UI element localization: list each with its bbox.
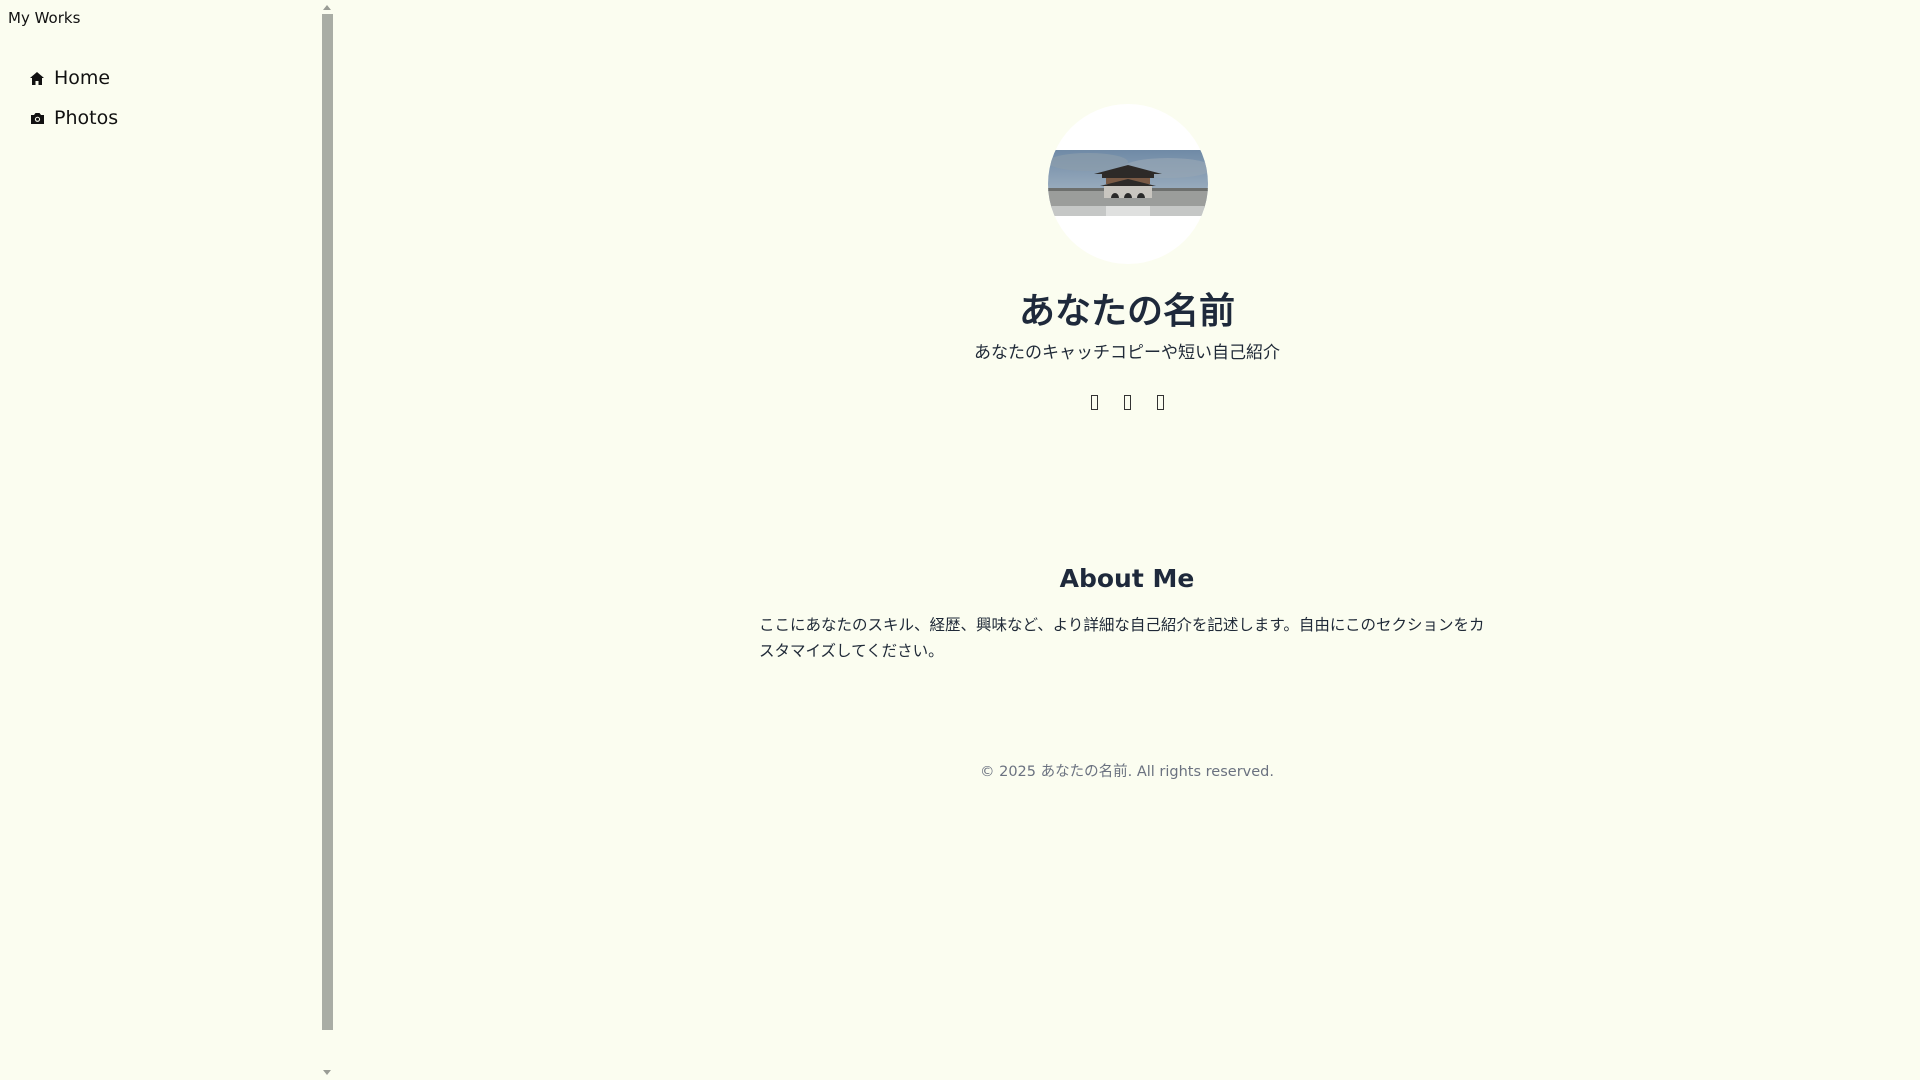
sidebar-nav: Home Photos bbox=[28, 58, 118, 138]
scroll-down-icon[interactable] bbox=[323, 1070, 331, 1075]
social-links bbox=[334, 392, 1920, 412]
social-link-2[interactable] bbox=[1120, 392, 1135, 412]
social-icon bbox=[1156, 394, 1164, 410]
sidebar-item-label: Home bbox=[54, 67, 111, 89]
avatar bbox=[1048, 104, 1208, 264]
sidebar-item-label: Photos bbox=[54, 107, 119, 129]
scroll-up-icon[interactable] bbox=[323, 5, 331, 10]
social-icon bbox=[1090, 394, 1098, 410]
camera-icon bbox=[28, 109, 46, 127]
scroll-thumb[interactable] bbox=[322, 14, 333, 1030]
home-icon bbox=[28, 69, 46, 87]
sidebar-item-photos[interactable]: Photos bbox=[28, 98, 118, 138]
social-icon bbox=[1123, 394, 1131, 410]
about-title: About Me bbox=[1059, 564, 1195, 593]
footer-copyright: © 2025 あなたの名前. All rights reserved. bbox=[980, 764, 1274, 780]
main-content: あなたの名前 あなたのキャッチコピーや短い自己紹介 About Me ここにあな… bbox=[334, 0, 1920, 1080]
palace-photo bbox=[1048, 150, 1208, 216]
about-text: ここにあなたのスキル、経歴、興味など、より詳細な自己紹介を記述します。自由にこの… bbox=[759, 616, 1485, 660]
sidebar-item-home[interactable]: Home bbox=[28, 58, 118, 98]
sidebar: My Works Home Photos bbox=[0, 0, 320, 1080]
profile-name: あなたの名前 bbox=[1018, 291, 1235, 332]
social-link-3[interactable] bbox=[1153, 392, 1168, 412]
social-link-1[interactable] bbox=[1087, 392, 1102, 412]
sidebar-scrollbar[interactable] bbox=[320, 0, 334, 1080]
brand-title: My Works bbox=[8, 9, 81, 27]
profile-tagline: あなたのキャッチコピーや短い自己紹介 bbox=[974, 343, 1280, 363]
